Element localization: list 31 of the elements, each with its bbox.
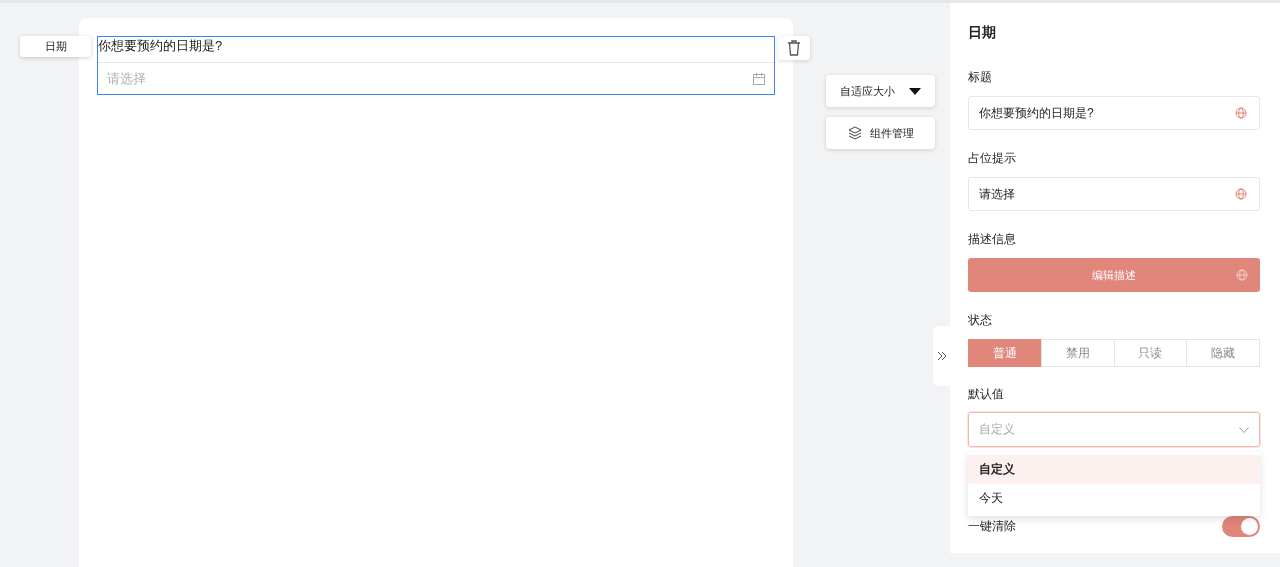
toggle-switch[interactable] bbox=[1222, 515, 1260, 537]
field-label: 一键清除 bbox=[968, 517, 1016, 535]
caret-icon bbox=[909, 87, 921, 95]
date-placeholder: 请选择 bbox=[107, 69, 146, 88]
globe-icon bbox=[1235, 107, 1247, 119]
delete-button[interactable] bbox=[778, 36, 810, 60]
date-field[interactable]: 你想要预约的日期是? 请选择 bbox=[97, 36, 775, 95]
layers-icon bbox=[847, 126, 862, 140]
component-manager-button[interactable]: 组件管理 bbox=[826, 117, 935, 149]
field-label: 你想要预约的日期是? bbox=[98, 38, 223, 53]
double-chevron-icon bbox=[936, 351, 947, 361]
panel-title: 日期 bbox=[968, 23, 997, 42]
dropdown-option[interactable]: 今天 bbox=[968, 484, 1260, 513]
calendar-icon bbox=[753, 72, 765, 85]
status-option[interactable]: 只读 bbox=[1113, 339, 1188, 367]
chevron-down-icon bbox=[1239, 426, 1249, 433]
field-label: 默认值 bbox=[968, 386, 1005, 403]
field-label: 状态 bbox=[968, 312, 993, 329]
trash-icon bbox=[787, 40, 801, 56]
size-dropdown-button[interactable]: 自适应大小 bbox=[826, 75, 935, 107]
status-option[interactable]: 禁用 bbox=[1040, 339, 1115, 367]
field-type-tag: 日期 bbox=[20, 36, 91, 57]
status-option[interactable]: 隐藏 bbox=[1186, 339, 1260, 367]
text-field[interactable]: 你想要预约的日期是? bbox=[968, 96, 1260, 130]
globe-icon bbox=[1235, 188, 1247, 200]
field-label: 占位提示 bbox=[968, 150, 1017, 167]
field-label: 标题 bbox=[968, 69, 993, 86]
dropdown-option[interactable]: 自定义 bbox=[968, 455, 1260, 484]
text-field[interactable]: 请选择 bbox=[968, 177, 1260, 211]
globe-icon bbox=[1236, 269, 1248, 281]
field-label: 描述信息 bbox=[968, 231, 1017, 248]
